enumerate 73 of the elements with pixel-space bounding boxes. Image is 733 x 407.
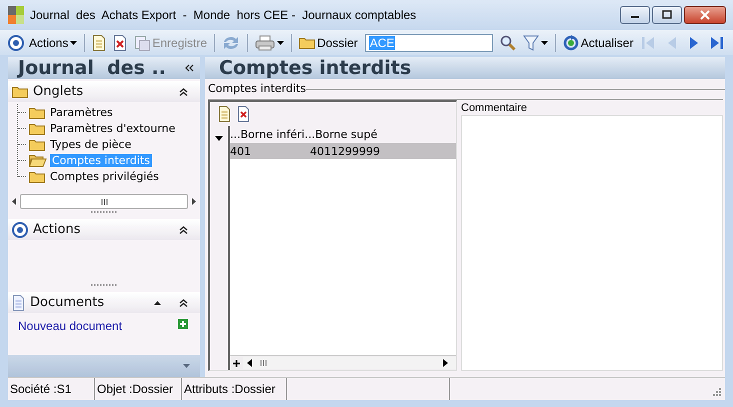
document-icon [12, 294, 25, 310]
sync-icon [222, 34, 240, 50]
column-header[interactable]: ...Borne supé [304, 128, 378, 141]
app-icon [8, 6, 24, 24]
search-icon [500, 34, 516, 50]
window-title: Journal des Achats Export - Monde hors CEE - Journaux comptables [30, 8, 418, 22]
panel-title: Comptes interdits [219, 57, 412, 79]
group-label: Comptes interdits [208, 82, 306, 94]
caret-icon [70, 40, 78, 44]
table-cell-text: 401 [230, 144, 252, 158]
folder-icon [299, 36, 316, 49]
collapse-icon[interactable] [185, 64, 194, 72]
horizontal-scrollbar[interactable] [20, 194, 188, 209]
minimize-button[interactable] [620, 6, 650, 24]
folder-button[interactable]: Dossier [297, 32, 360, 54]
save-icon [134, 34, 150, 50]
caret-icon [540, 40, 548, 44]
collapse-icon[interactable] [179, 226, 188, 234]
section-header[interactable]: Actions [8, 219, 200, 240]
horizontal-scrollbar[interactable] [243, 357, 456, 369]
add-icon[interactable] [178, 319, 188, 329]
column-header[interactable]: ...Borne inféri [230, 128, 305, 141]
scroll-grip-icon [100, 198, 108, 204]
scroll-right-icon[interactable] [192, 198, 196, 205]
folder-icon [29, 138, 45, 150]
tree-item[interactable]: Paramètres d'extourne [48, 122, 178, 134]
maximize-button[interactable] [652, 6, 682, 24]
caret-icon [277, 40, 284, 44]
folder-icon [29, 122, 45, 134]
field-label: Commentaire [461, 102, 528, 114]
refresh-button[interactable]: Actualiser [560, 32, 636, 54]
caret-icon[interactable] [215, 136, 223, 141]
resize-grip-icon[interactable] [712, 387, 721, 396]
tree-item[interactable]: Paramètres [48, 106, 115, 118]
folder-icon [29, 154, 47, 166]
collapse-icon[interactable] [179, 298, 188, 306]
table-row[interactable]: 401 4011299999 [230, 143, 456, 159]
refresh-icon [562, 34, 579, 50]
tree-item[interactable]: Types de pièce [48, 138, 134, 150]
target-icon [8, 34, 24, 50]
folder-icon [29, 170, 45, 182]
first-icon [640, 34, 656, 50]
delete-row-icon[interactable] [237, 106, 250, 122]
scroll-left-icon[interactable] [12, 198, 16, 205]
maximize-icon [661, 10, 673, 20]
scroll-grip-icon [260, 360, 267, 366]
filter-icon [522, 34, 539, 50]
up-arrow-icon[interactable] [154, 300, 161, 304]
collapse-icon[interactable] [179, 88, 188, 96]
actions-button[interactable]: Actions [27, 32, 80, 54]
scroll-right-icon[interactable] [443, 359, 448, 367]
last-icon [709, 34, 726, 50]
new-row-icon[interactable] [218, 106, 231, 122]
section-header[interactable]: Onglets [8, 81, 200, 102]
close-icon [699, 10, 711, 20]
panel-title: Journal des .. [18, 57, 166, 79]
table-cell-text: 4011299999 [310, 144, 381, 158]
printer-icon [255, 34, 276, 50]
scroll-left-icon[interactable] [247, 359, 252, 367]
document-icon [92, 34, 106, 50]
section-title: Actions [33, 222, 82, 237]
section-title: Documents [30, 295, 106, 310]
comment-field[interactable] [461, 115, 723, 371]
tree-item[interactable]: Comptes privilégiés [48, 170, 161, 182]
add-row-icon[interactable] [233, 360, 240, 366]
folder-icon [12, 85, 28, 98]
target-icon [12, 222, 28, 238]
section-title: Onglets [33, 84, 84, 99]
folder-icon [29, 106, 45, 118]
new-document-link[interactable]: Nouveau document [18, 319, 122, 333]
delete-icon [113, 34, 128, 50]
close-button[interactable] [684, 6, 726, 24]
section-header[interactable]: Documents [8, 292, 200, 313]
